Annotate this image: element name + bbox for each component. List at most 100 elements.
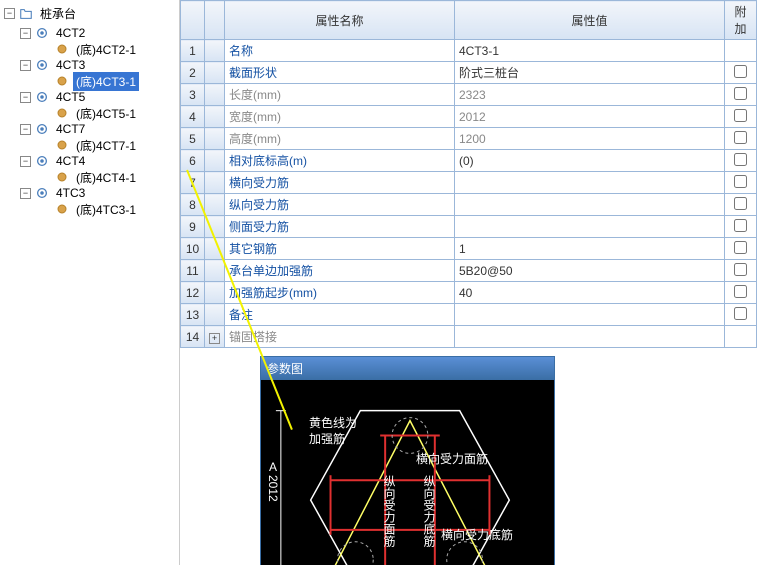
- prop-extra: [725, 238, 757, 260]
- extra-checkbox[interactable]: [734, 175, 747, 188]
- tree-leaf-label[interactable]: (底)4CT5-1: [73, 104, 139, 123]
- tree-leaf-label[interactable]: (底)4CT2-1: [73, 40, 139, 59]
- property-grid: 属性名称 属性值 附加 1名称4CT3-12截面形状阶式三桩台3长度(mm)23…: [180, 0, 757, 348]
- extra-checkbox[interactable]: [734, 153, 747, 166]
- prop-value[interactable]: [455, 172, 725, 194]
- prop-value[interactable]: 2012: [455, 106, 725, 128]
- extra-checkbox[interactable]: [734, 263, 747, 276]
- prop-name[interactable]: 名称: [225, 40, 455, 62]
- extra-checkbox[interactable]: [734, 87, 747, 100]
- extra-checkbox[interactable]: [734, 197, 747, 210]
- prop-value[interactable]: 1200: [455, 128, 725, 150]
- grid-row[interactable]: 14+锚固搭接: [181, 326, 757, 348]
- grid-row[interactable]: 4宽度(mm)2012: [181, 106, 757, 128]
- prop-name[interactable]: 相对底标高(m): [225, 150, 455, 172]
- prop-value[interactable]: [455, 304, 725, 326]
- prop-name[interactable]: 备注: [225, 304, 455, 326]
- row-expand: [205, 106, 225, 128]
- tree-root[interactable]: − 桩承台: [0, 2, 179, 25]
- prop-extra: [725, 260, 757, 282]
- prop-value[interactable]: [455, 326, 725, 348]
- prop-name[interactable]: 长度(mm): [225, 84, 455, 106]
- extra-checkbox[interactable]: [734, 109, 747, 122]
- prop-name[interactable]: 宽度(mm): [225, 106, 455, 128]
- grid-row[interactable]: 6相对底标高(m)(0): [181, 150, 757, 172]
- grid-row[interactable]: 10其它钢筋1: [181, 238, 757, 260]
- dim-a: 2012: [266, 475, 280, 502]
- prop-name[interactable]: 锚固搭接: [225, 326, 455, 348]
- tree-leaf-label[interactable]: (底)4TC3-1: [73, 200, 139, 219]
- prop-value[interactable]: 40: [455, 282, 725, 304]
- prop-extra: [725, 304, 757, 326]
- grid-row[interactable]: 2 截面形状阶式三桩台: [181, 62, 757, 84]
- extra-checkbox[interactable]: [734, 307, 747, 320]
- extra-checkbox[interactable]: [734, 219, 747, 232]
- prop-extra: [725, 326, 757, 348]
- collapse-icon[interactable]: −: [20, 92, 31, 103]
- main-panel: 属性名称 属性值 附加 1名称4CT3-12截面形状阶式三桩台3长度(mm)23…: [180, 0, 757, 565]
- collapse-icon[interactable]: −: [20, 188, 31, 199]
- tree-root-label[interactable]: 桩承台: [37, 4, 79, 23]
- row-number: 2: [181, 62, 205, 84]
- header-expand: [205, 1, 225, 40]
- tree-leaf[interactable]: (底)4CT3-1: [20, 73, 179, 89]
- grid-row[interactable]: 7横向受力筋: [181, 172, 757, 194]
- prop-name[interactable]: 横向受力筋: [225, 172, 455, 194]
- collapse-icon[interactable]: −: [4, 8, 15, 19]
- row-expand[interactable]: +: [205, 326, 225, 348]
- prop-name[interactable]: 截面形状: [225, 62, 455, 84]
- param-title: 参数图: [261, 357, 554, 380]
- prop-name[interactable]: 侧面受力筋: [225, 216, 455, 238]
- prop-extra: [725, 216, 757, 238]
- row-number: 12: [181, 282, 205, 304]
- grid-row[interactable]: 5高度(mm)1200: [181, 128, 757, 150]
- collapse-icon[interactable]: −: [20, 124, 31, 135]
- collapse-icon[interactable]: −: [20, 28, 31, 39]
- tree-leaf[interactable]: (底)4CT7-1: [20, 137, 179, 153]
- prop-value[interactable]: [455, 216, 725, 238]
- tree-leaf[interactable]: (底)4CT2-1: [20, 41, 179, 57]
- prop-name[interactable]: 承台单边加强筋: [225, 260, 455, 282]
- prop-name[interactable]: 高度(mm): [225, 128, 455, 150]
- grid-row[interactable]: 11承台单边加强筋5B20@50: [181, 260, 757, 282]
- prop-value[interactable]: 4CT3-1: [455, 40, 725, 62]
- grid-row[interactable]: 9 侧面受力筋: [181, 216, 757, 238]
- leaf-icon: [55, 106, 69, 120]
- extra-checkbox[interactable]: [734, 131, 747, 144]
- prop-value[interactable]: 5B20@50: [455, 260, 725, 282]
- row-number: 9: [181, 216, 205, 238]
- prop-extra: [725, 40, 757, 62]
- prop-name[interactable]: 加强筋起步(mm): [225, 282, 455, 304]
- row-expand: [205, 172, 225, 194]
- row-expand: [205, 128, 225, 150]
- grid-row[interactable]: 12 加强筋起步(mm)40: [181, 282, 757, 304]
- prop-value[interactable]: 1: [455, 238, 725, 260]
- tree-leaf-label[interactable]: (底)4CT4-1: [73, 168, 139, 187]
- grid-row[interactable]: 3长度(mm)2323: [181, 84, 757, 106]
- prop-value[interactable]: 阶式三桩台: [455, 62, 725, 84]
- label-v-face: 纵向受力面筋: [381, 475, 398, 547]
- prop-extra: [725, 62, 757, 84]
- grid-row[interactable]: 8纵向受力筋: [181, 194, 757, 216]
- prop-name[interactable]: 其它钢筋: [225, 238, 455, 260]
- row-number: 14: [181, 326, 205, 348]
- prop-value[interactable]: (0): [455, 150, 725, 172]
- label-h-top: 横向受力面筋: [416, 450, 488, 467]
- tree-leaf[interactable]: (底)4CT4-1: [20, 169, 179, 185]
- prop-name[interactable]: 纵向受力筋: [225, 194, 455, 216]
- row-expand: [205, 194, 225, 216]
- prop-value[interactable]: 2323: [455, 84, 725, 106]
- tree-leaf-label[interactable]: (底)4CT3-1: [73, 72, 139, 91]
- extra-checkbox[interactable]: [734, 285, 747, 298]
- prop-value[interactable]: [455, 194, 725, 216]
- collapse-icon[interactable]: −: [20, 60, 31, 71]
- collapse-icon[interactable]: −: [20, 156, 31, 167]
- grid-row[interactable]: 13备注: [181, 304, 757, 326]
- extra-checkbox[interactable]: [734, 65, 747, 78]
- leaf-icon: [55, 42, 69, 56]
- extra-checkbox[interactable]: [734, 241, 747, 254]
- tree-leaf-label[interactable]: (底)4CT7-1: [73, 136, 139, 155]
- tree-leaf[interactable]: (底)4TC3-1: [20, 201, 179, 217]
- tree-leaf[interactable]: (底)4CT5-1: [20, 105, 179, 121]
- grid-row[interactable]: 1名称4CT3-1: [181, 40, 757, 62]
